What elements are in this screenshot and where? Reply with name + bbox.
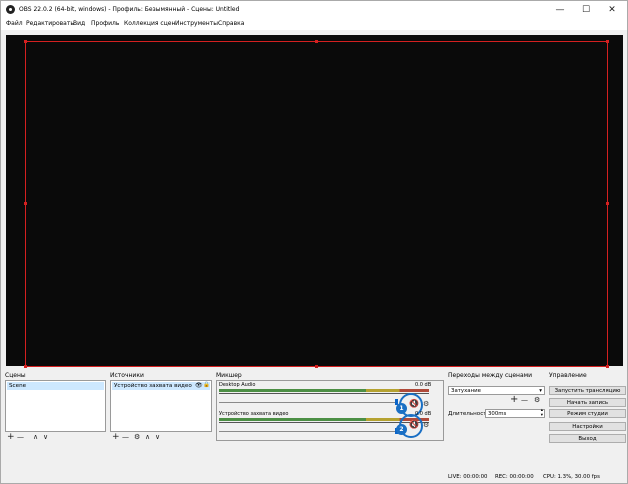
move-down-icon[interactable]: ∨ [155,432,160,442]
badge-number: 2 [396,424,407,435]
gear-icon[interactable]: ⚙ [423,400,429,408]
menu-scene-collection[interactable]: Коллекция сцен [124,20,175,27]
sources-list[interactable]: Устройство захвата видео 👁 🔒 [110,380,212,432]
minimize-button[interactable]: — [547,3,573,17]
menu-file[interactable]: Файл [6,20,23,27]
sources-title: Источники [110,372,144,379]
transition-selected: Затухание [451,388,481,394]
resize-handle[interactable] [24,365,27,368]
mixer-panel: Desktop Audio 0.0 dB 1 🔇 ⚙ Устройство за… [216,380,444,441]
window-title: OBS 22.0.2 (64-bit, windows) - Профиль: … [19,6,240,13]
transitions-dock: Переходы между сценами Затухание ▾ + — ⚙… [448,372,546,444]
preview-area [1,30,627,368]
obs-logo-icon [6,5,15,14]
live-status: LIVE: 00:00:00 [448,474,488,480]
volume-slider[interactable] [219,431,397,432]
resize-handle[interactable] [315,40,318,43]
title-bar: OBS 22.0.2 (64-bit, windows) - Профиль: … [1,1,627,19]
scene-item[interactable]: Scene [7,382,104,390]
scenes-toolbar: + — ∧ ∨ [5,432,106,442]
cpu-status: CPU: 1.3%, 30.00 fps [543,474,600,480]
exit-button[interactable]: Выход [549,434,626,443]
meter-scale [219,393,429,398]
status-bar: LIVE: 00:00:00 REC: 00:00:00 CPU: 1.3%, … [1,472,627,483]
menu-help[interactable]: Справка [218,20,244,27]
source-item-label: Устройство захвата видео [114,383,192,389]
scene-item-label: Scene [9,383,27,389]
remove-icon[interactable]: — [122,432,129,442]
resize-handle[interactable] [24,202,27,205]
source-bounding-box[interactable] [24,40,609,368]
studio-mode-button[interactable]: Режим студии [549,409,626,418]
scenes-dock: Сцены Scene + — ∧ ∨ [5,372,106,444]
settings-button[interactable]: Настройки [549,422,626,431]
move-down-icon[interactable]: ∨ [43,432,48,442]
preview-canvas[interactable] [6,35,623,368]
close-button[interactable]: ✕ [599,3,625,17]
mixer-dock: Микшер Desktop Audio 0.0 dB 1 🔇 ⚙ Устрой… [216,372,444,444]
volume-meter [219,418,429,421]
move-up-icon[interactable]: ∧ [33,432,38,442]
menu-bar: Файл Редактировать Вид Профиль Коллекция… [1,19,627,30]
volume-slider[interactable] [219,402,397,403]
move-up-icon[interactable]: ∧ [145,432,150,442]
mute-icon[interactable]: 🔇 [409,400,419,408]
sources-dock: Источники Устройство захвата видео 👁 🔒 +… [110,372,212,444]
lock-icon[interactable]: 🔒 [203,382,210,388]
badge-number: 1 [396,403,407,414]
scenes-title: Сцены [5,372,26,379]
resize-handle[interactable] [315,365,318,368]
channel-db: 0.0 dB [415,382,432,388]
menu-profile[interactable]: Профиль [91,20,119,27]
gear-icon[interactable]: ⚙ [534,396,540,404]
controls-dock: Управление Запустить трансляцию Начать з… [549,372,626,444]
duration-label: Длительность [448,411,490,417]
mixer-title: Микшер [216,372,242,379]
start-recording-button[interactable]: Начать запись [549,398,626,407]
spin-down-icon[interactable]: ▾ [541,413,543,419]
channel-name: Desktop Audio [219,382,256,388]
sources-toolbar: + — ⚙ ∧ ∨ [110,432,212,442]
add-icon[interactable]: + [112,432,120,442]
add-icon[interactable]: + [510,394,518,405]
transition-select[interactable]: Затухание ▾ [448,386,545,395]
obs-window: OBS 22.0.2 (64-bit, windows) - Профиль: … [0,0,628,484]
mute-icon[interactable]: 🔇 [409,421,419,429]
resize-handle[interactable] [606,365,609,368]
menu-tools[interactable]: Инструменты [175,20,218,27]
duration-spinbox[interactable]: 300ms ▴ ▾ [485,408,545,419]
menu-edit[interactable]: Редактировать [26,20,74,27]
maximize-button[interactable]: ☐ [573,3,599,17]
resize-handle[interactable] [606,202,609,205]
channel-name: Устройство захвата видео [219,411,289,417]
scenes-list[interactable]: Scene [5,380,106,432]
gear-icon[interactable]: ⚙ [423,421,429,429]
resize-handle[interactable] [24,40,27,43]
controls-title: Управление [549,372,587,379]
volume-meter [219,389,429,392]
remove-icon[interactable]: — [17,432,24,442]
source-item[interactable]: Устройство захвата видео 👁 🔒 [112,382,210,390]
eye-icon[interactable]: 👁 [195,382,203,389]
menu-view[interactable]: Вид [73,20,85,27]
transitions-title: Переходы между сценами [448,372,533,379]
add-icon[interactable]: + [7,432,15,442]
gear-icon[interactable]: ⚙ [134,432,140,442]
chevron-down-icon: ▾ [539,388,542,394]
duration-value: 300ms [488,411,507,417]
rec-status: REC: 00:00:00 [495,474,534,480]
remove-icon[interactable]: — [521,396,528,404]
resize-handle[interactable] [606,40,609,43]
start-streaming-button[interactable]: Запустить трансляцию [549,386,626,395]
